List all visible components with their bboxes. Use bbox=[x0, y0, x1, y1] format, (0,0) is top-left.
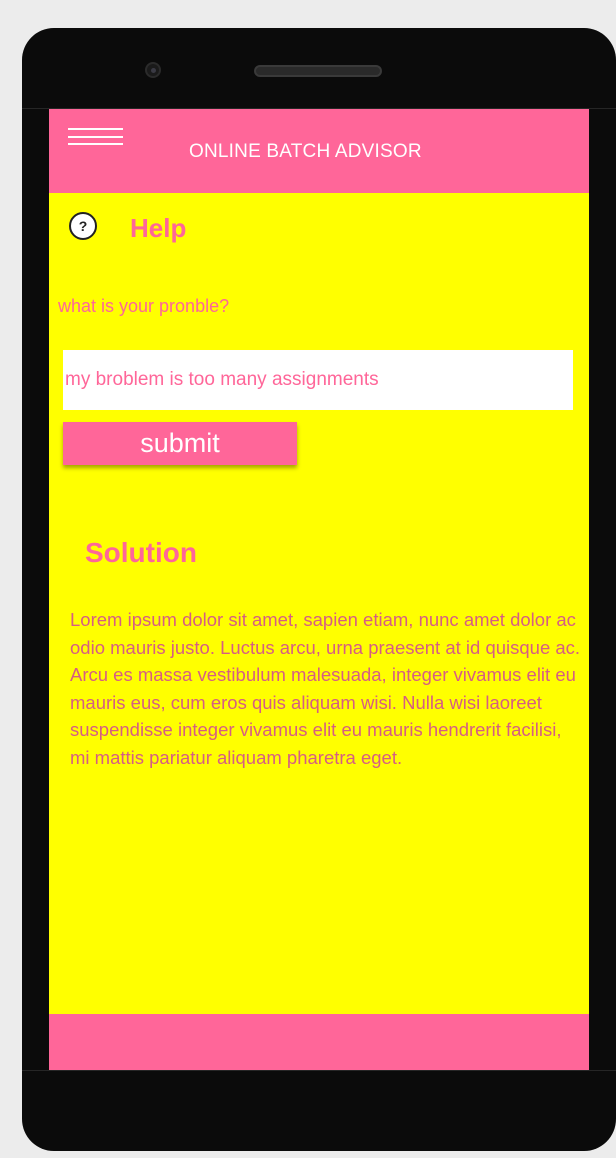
speaker-icon bbox=[254, 65, 382, 77]
problem-input[interactable] bbox=[63, 350, 573, 410]
solution-text: Lorem ipsum dolor sit amet, sapien etiam… bbox=[70, 609, 581, 768]
bezel-divider-bottom bbox=[22, 1070, 616, 1071]
problem-question-label: what is your pronble? bbox=[58, 296, 230, 316]
app-screen: ONLINE BATCH ADVISOR ? Help what is your… bbox=[49, 109, 589, 1070]
app-title: ONLINE BATCH ADVISOR bbox=[189, 141, 422, 162]
help-heading: Help bbox=[130, 213, 187, 243]
bottom-bar bbox=[49, 1014, 589, 1070]
canvas: ONLINE BATCH ADVISOR ? Help what is your… bbox=[0, 0, 616, 1158]
submit-button[interactable]: submit bbox=[63, 422, 297, 465]
app-bar: ONLINE BATCH ADVISOR bbox=[49, 109, 589, 193]
hamburger-menu-icon[interactable] bbox=[68, 128, 123, 154]
camera-icon bbox=[145, 62, 161, 78]
solution-heading: Solution bbox=[85, 537, 197, 568]
phone-frame: ONLINE BATCH ADVISOR ? Help what is your… bbox=[22, 28, 616, 1151]
help-icon: ? bbox=[69, 212, 97, 240]
menu-line bbox=[68, 143, 123, 145]
menu-line bbox=[68, 136, 123, 138]
menu-line bbox=[68, 128, 123, 130]
